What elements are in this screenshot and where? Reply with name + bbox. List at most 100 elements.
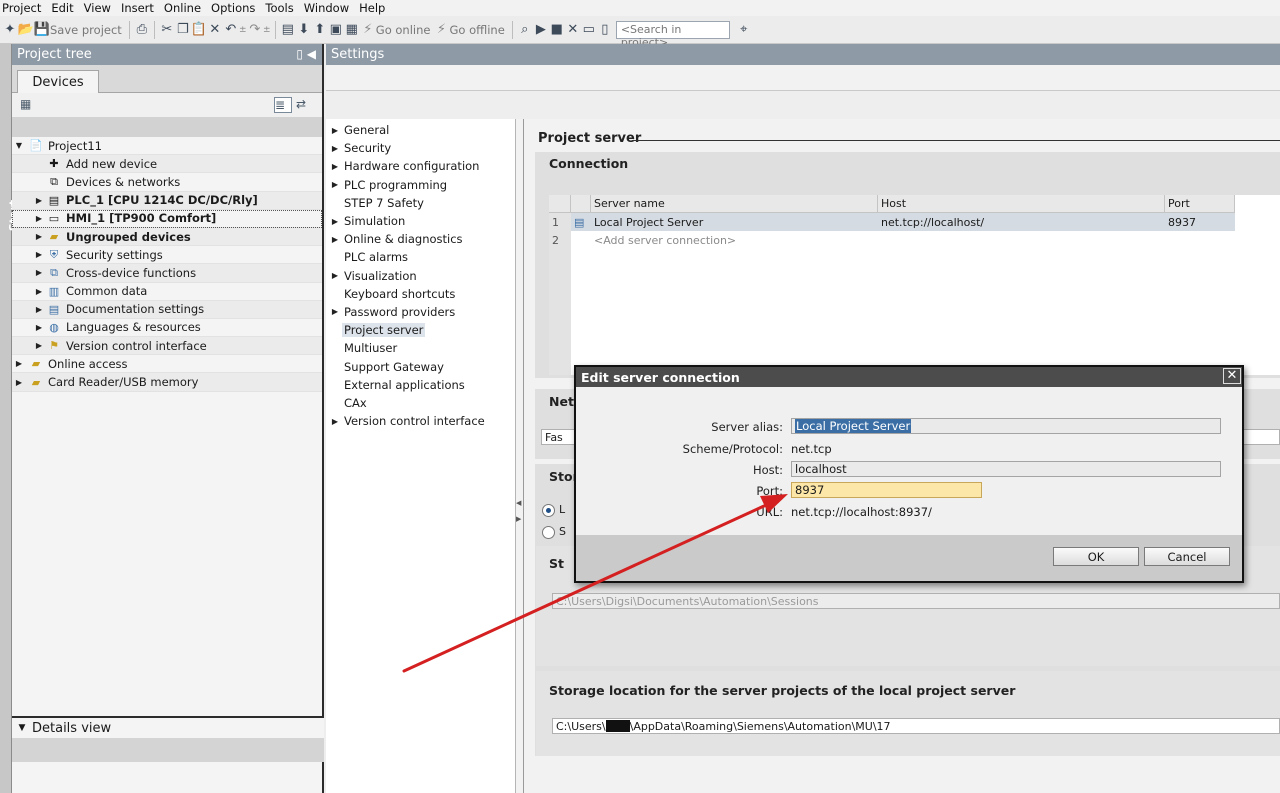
- nav-external-applications[interactable]: External applications: [326, 376, 515, 394]
- add-server-connection[interactable]: <Add server connection>: [591, 231, 878, 249]
- table-cell-server-name[interactable]: Local Project Server: [591, 213, 878, 231]
- tree-item-security-settings[interactable]: ▶ ⛨ Security settings: [12, 246, 322, 265]
- nav-hardware-configuration[interactable]: ▶ Hardware configuration: [326, 157, 515, 175]
- delete-icon[interactable]: ✕: [207, 22, 223, 38]
- nav-plc-programming[interactable]: ▶ PLC programming: [326, 176, 515, 194]
- tree-item-hmi[interactable]: ▶ ▭ HMI_1 [TP900 Comfort]: [12, 209, 322, 228]
- tree-item-cross-device-functions[interactable]: ▶ ⧉ Cross-device functions: [12, 264, 322, 283]
- nav-multiuser[interactable]: Multiuser: [326, 339, 515, 357]
- server-alias-input[interactable]: Local Project Server: [791, 418, 1221, 434]
- menu-tools[interactable]: Tools: [263, 1, 301, 15]
- tree-item-online-access[interactable]: ▶ ▰ Online access: [12, 355, 322, 374]
- storage-radio-server[interactable]: [542, 526, 555, 539]
- details-view-header[interactable]: ▼ Details view: [12, 716, 324, 738]
- splitter[interactable]: ◀ ▶: [516, 119, 524, 793]
- stop-cpu-icon[interactable]: ■: [549, 22, 565, 38]
- search-binoculars-icon[interactable]: ⌖: [736, 22, 752, 38]
- device-icon[interactable]: ▣: [328, 22, 344, 38]
- menu-edit[interactable]: Edit: [49, 1, 81, 15]
- tree-item-version-control[interactable]: ▶ ⚑ Version control interface: [12, 337, 322, 356]
- list-view-icon[interactable]: ≣: [274, 97, 292, 113]
- upload-icon[interactable]: ⬆: [312, 22, 328, 38]
- menu-window[interactable]: Window: [302, 1, 357, 15]
- tree-item-languages-resources[interactable]: ▶ ◍ Languages & resources: [12, 319, 322, 338]
- tree-item-devices-networks[interactable]: ⧉ Devices & networks: [12, 173, 322, 192]
- tree-item-card-reader[interactable]: ▶ ▰ Card Reader/USB memory: [12, 373, 322, 392]
- row-number[interactable]: 2: [549, 231, 571, 249]
- nav-online-diagnostics[interactable]: ▶ Online & diagnostics: [326, 230, 515, 248]
- menu-online[interactable]: Online: [162, 1, 209, 15]
- tree-item-ungrouped-devices[interactable]: ▶ ▰ Ungrouped devices: [12, 227, 322, 247]
- tree-item-plc[interactable]: ▶ ▤ PLC_1 [CPU 1214C DC/DC/Rly]: [12, 191, 322, 210]
- nav-project-server[interactable]: Project server: [326, 321, 515, 339]
- accessible-devices-icon[interactable]: ⌕: [517, 22, 533, 38]
- open-project-icon[interactable]: 📂: [18, 22, 34, 38]
- cut-icon[interactable]: ✂: [159, 22, 175, 38]
- nav-password-providers[interactable]: ▶ Password providers: [326, 303, 515, 321]
- nav-simulation[interactable]: ▶ Simulation: [326, 212, 515, 230]
- go-online-button[interactable]: ⚡ Go online: [360, 19, 430, 41]
- start-strip[interactable]: Start: [0, 44, 20, 793]
- column-host[interactable]: Host: [878, 195, 1165, 213]
- column-port[interactable]: Port: [1165, 195, 1235, 213]
- storage-radio-local[interactable]: [542, 504, 555, 517]
- collapsed-arrow-icon[interactable]: ▶: [34, 232, 44, 241]
- nav-keyboard-shortcuts[interactable]: Keyboard shortcuts: [326, 285, 515, 303]
- tree-item-project[interactable]: ▼ 📄 Project11: [12, 137, 322, 156]
- nav-version-control[interactable]: ▶ Version control interface: [326, 412, 515, 430]
- nav-support-gateway[interactable]: Support Gateway: [326, 357, 515, 375]
- table-cell-port[interactable]: 8937: [1165, 213, 1235, 231]
- redo-dropdown-icon[interactable]: ±: [263, 22, 271, 38]
- save-project-button[interactable]: 💾 Save project: [34, 19, 122, 41]
- collapse-details-icon[interactable]: ▼: [12, 723, 32, 733]
- collapsed-arrow-icon[interactable]: ▶: [34, 287, 44, 296]
- tree-item-documentation-settings[interactable]: ▶ ▤ Documentation settings: [12, 300, 322, 319]
- new-project-icon[interactable]: ✦: [2, 22, 18, 38]
- search-input[interactable]: <Search in project>: [615, 20, 730, 49]
- cross-reference-icon[interactable]: ✕: [565, 22, 581, 38]
- collapsed-arrow-icon[interactable]: ▶: [34, 250, 44, 259]
- go-offline-button[interactable]: ⚡ Go offline: [433, 19, 505, 41]
- tree-item-add-new-device[interactable]: ✚ Add new device: [12, 155, 322, 174]
- simulation-icon[interactable]: ▦: [344, 22, 360, 38]
- cancel-button[interactable]: Cancel: [1144, 547, 1230, 566]
- undo-dropdown-icon[interactable]: ±: [239, 22, 247, 38]
- download-icon[interactable]: ⬇: [296, 22, 312, 38]
- server-projects-path-field[interactable]: C:\Users\ \AppData\Roaming\Siemens\Autom…: [552, 718, 1280, 734]
- split-horizontal-icon[interactable]: ▭: [581, 22, 597, 38]
- close-icon[interactable]: ✕: [1223, 368, 1241, 384]
- tree-item-common-data[interactable]: ▶ ▥ Common data: [12, 283, 322, 301]
- table-cell-host[interactable]: net.tcp://localhost/: [878, 213, 1165, 231]
- nav-plc-alarms[interactable]: PLC alarms: [326, 248, 515, 266]
- sessions-path-field[interactable]: C:\Users\Digsi\Documents\Automation\Sess…: [552, 593, 1280, 609]
- nav-visualization[interactable]: ▶ Visualization: [326, 267, 515, 285]
- port-input[interactable]: 8937: [791, 482, 982, 498]
- menu-help[interactable]: Help: [357, 1, 393, 15]
- nav-cax[interactable]: CAx: [326, 394, 515, 412]
- split-vertical-icon[interactable]: ▯: [597, 22, 613, 38]
- copy-icon[interactable]: ❐: [175, 22, 191, 38]
- splitter-handle-icon[interactable]: ◀ ▶: [516, 499, 521, 523]
- refresh-tree-icon[interactable]: ⇄: [296, 97, 314, 113]
- menu-options[interactable]: Options: [209, 1, 263, 15]
- nav-step7-safety[interactable]: STEP 7 Safety: [326, 194, 515, 212]
- host-input[interactable]: localhost: [791, 461, 1221, 477]
- undo-icon[interactable]: ↶: [223, 22, 239, 38]
- paste-icon[interactable]: 📋: [191, 22, 207, 38]
- row-number[interactable]: 1: [549, 213, 571, 231]
- collapsed-arrow-icon[interactable]: ▶: [34, 305, 44, 314]
- collapsed-arrow-icon[interactable]: ▶: [34, 214, 44, 223]
- column-server-name[interactable]: Server name: [591, 195, 878, 213]
- collapsed-arrow-icon[interactable]: ▶: [34, 341, 44, 350]
- compile-icon[interactable]: ▤: [280, 22, 296, 38]
- nav-general[interactable]: ▶ General: [326, 121, 515, 139]
- start-cpu-icon[interactable]: ▶: [533, 22, 549, 38]
- collapse-pane-icon[interactable]: ▯ ◀: [296, 47, 316, 61]
- tab-devices[interactable]: Devices: [17, 70, 99, 93]
- print-icon[interactable]: ⎙: [134, 22, 150, 38]
- collapsed-arrow-icon[interactable]: ▶: [14, 359, 24, 368]
- collapsed-arrow-icon[interactable]: ▶: [34, 268, 44, 277]
- collapsed-arrow-icon[interactable]: ▶: [34, 196, 44, 205]
- menu-view[interactable]: View: [82, 1, 119, 15]
- redo-icon[interactable]: ↷: [247, 22, 263, 38]
